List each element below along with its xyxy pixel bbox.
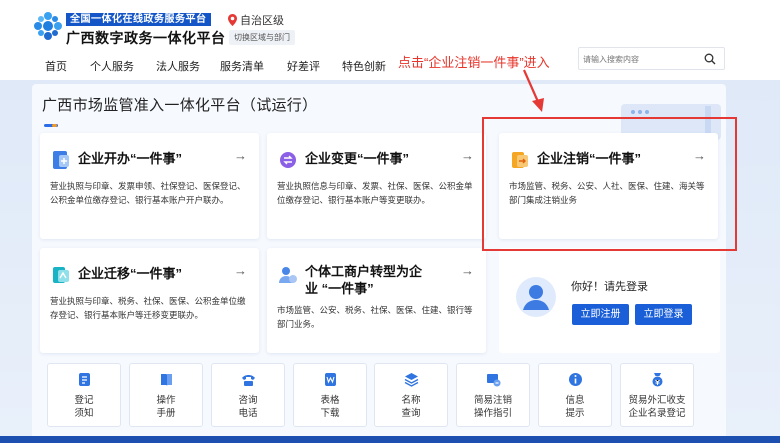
card-title: 企业迁移“一件事”: [78, 266, 183, 281]
card-description: 营业执照信息与印章、发票、社保、医保、公积金单位缴存登记、银行基本账户等变更联办…: [277, 181, 473, 205]
tool-label: 贸易外汇收支 企业名录登记: [628, 395, 686, 419]
avatar-icon: [516, 277, 556, 317]
card-individual-transform[interactable]: 个体工商户转型为企 业 “一件事” → 市场监管、公安、税务、社保、医保、住建、…: [267, 248, 486, 353]
search-icon[interactable]: [704, 53, 716, 65]
tool-label: 咨询 电话: [238, 395, 258, 419]
region-selector[interactable]: 自治区级: [228, 12, 284, 28]
tool-form-download[interactable]: 表格 下载: [293, 363, 367, 427]
tool-label: 简易注销 操作指引: [473, 395, 512, 419]
card-description: 营业执照与印章、发票申领、社保登记、医保登记、公积金单位缴存登记、银行基本账户开…: [50, 181, 246, 205]
nav-item-rating[interactable]: 好差评: [287, 58, 320, 74]
brand-top-line: 全国一体化在线政务服务平台: [66, 13, 211, 26]
tool-forex-registration[interactable]: 贸易外汇收支 企业名录登记: [620, 363, 694, 427]
panel-title: 广西市场监管准入一体化平台（试运行）: [42, 97, 318, 114]
name-query-icon: [404, 373, 419, 387]
search-input[interactable]: [583, 51, 703, 67]
card-title: 企业开办“一件事”: [78, 151, 183, 166]
tool-label: 信息 提示: [565, 395, 585, 419]
tool-hotline[interactable]: 咨询 电话: [211, 363, 285, 427]
tool-label: 表格 下载: [320, 395, 340, 419]
nav-item-innovation[interactable]: 特色创新: [342, 58, 386, 74]
nav-item-personal[interactable]: 个人服务: [90, 58, 134, 74]
individual-transform-icon: [279, 267, 297, 283]
login-button[interactable]: 立即登录: [635, 304, 692, 325]
search-box: [578, 47, 725, 70]
card-company-migrate[interactable]: 企业迁移“一件事” → 营业执照与印章、税务、社保、医保、公积金单位缴存登记、银…: [40, 248, 259, 353]
card-title: 企业变更“一件事”: [305, 151, 410, 166]
register-button[interactable]: 立即注册: [572, 304, 629, 325]
tool-operation-manual[interactable]: 操作 手册: [129, 363, 203, 427]
nav-item-legal[interactable]: 法人服务: [156, 58, 200, 74]
nav-item-home[interactable]: 首页: [45, 58, 67, 74]
company-open-icon: [53, 151, 69, 169]
brand-main-title[interactable]: 广西数字政务一体化平台: [66, 28, 226, 48]
notice-icon: [79, 373, 90, 386]
arrow-right-icon: →: [234, 263, 247, 278]
card-title: 个体工商户转型为企 业 “一件事”: [305, 263, 422, 297]
login-prompt: 你好！请先登录: [571, 281, 648, 293]
arrow-right-icon: →: [234, 148, 247, 163]
bottom-strip: [0, 436, 780, 443]
tool-label: 操作 手册: [156, 395, 176, 419]
login-card: 你好！请先登录 立即注册 立即登录: [499, 248, 720, 353]
platform-logo-icon: [34, 12, 62, 40]
card-title-line1: 个体工商户转型为企: [305, 264, 423, 279]
card-title-line2: 业 “一件事”: [305, 281, 374, 296]
tool-label: 登记 须知: [74, 395, 94, 419]
info-icon: [569, 373, 582, 386]
title-underline-dot: [52, 124, 57, 127]
tool-simple-cancel-guide[interactable]: 简易注销 操作指引: [456, 363, 530, 427]
tool-registration-notice[interactable]: 登记 须知: [47, 363, 121, 427]
tool-name-query[interactable]: 名称 查询: [374, 363, 448, 427]
card-description: 营业执照与印章、税务、社保、医保、公积金单位缴存登记、银行基本账户等迁移变更联办…: [50, 296, 246, 320]
arrow-right-icon: →: [461, 148, 474, 163]
switch-region-button[interactable]: 切换区域与部门: [229, 30, 295, 45]
region-label: 自治区级: [240, 15, 284, 27]
arrow-right-icon: →: [461, 263, 474, 278]
company-change-icon: [280, 152, 296, 168]
forex-icon: [652, 373, 663, 387]
annotation-arrow-icon: [522, 69, 544, 112]
highlight-box: [482, 117, 737, 251]
company-migrate-icon: [53, 267, 69, 283]
word-download-icon: [325, 373, 336, 386]
location-pin-icon: [228, 14, 237, 26]
tool-info-tips[interactable]: 信息 提示: [538, 363, 612, 427]
phone-icon: [242, 375, 255, 386]
card-description: 市场监管、公安、税务、社保、医保、住建、银行等部门业务。: [277, 305, 473, 329]
tool-label: 名称 查询: [401, 395, 421, 419]
simple-cancel-icon: [487, 374, 501, 387]
site-header: 全国一体化在线政务服务平台 广西数字政务一体化平台 自治区级 切换区域与部门: [0, 0, 780, 48]
card-company-change[interactable]: 企业变更“一件事” → 营业执照信息与印章、发票、社保、医保、公积金单位缴存登记…: [267, 133, 486, 239]
card-company-open[interactable]: 企业开办“一件事” → 营业执照与印章、发票申领、社保登记、医保登记、公积金单位…: [40, 133, 259, 239]
nav-item-service-list[interactable]: 服务清单: [220, 58, 264, 74]
manual-icon: [161, 374, 172, 386]
